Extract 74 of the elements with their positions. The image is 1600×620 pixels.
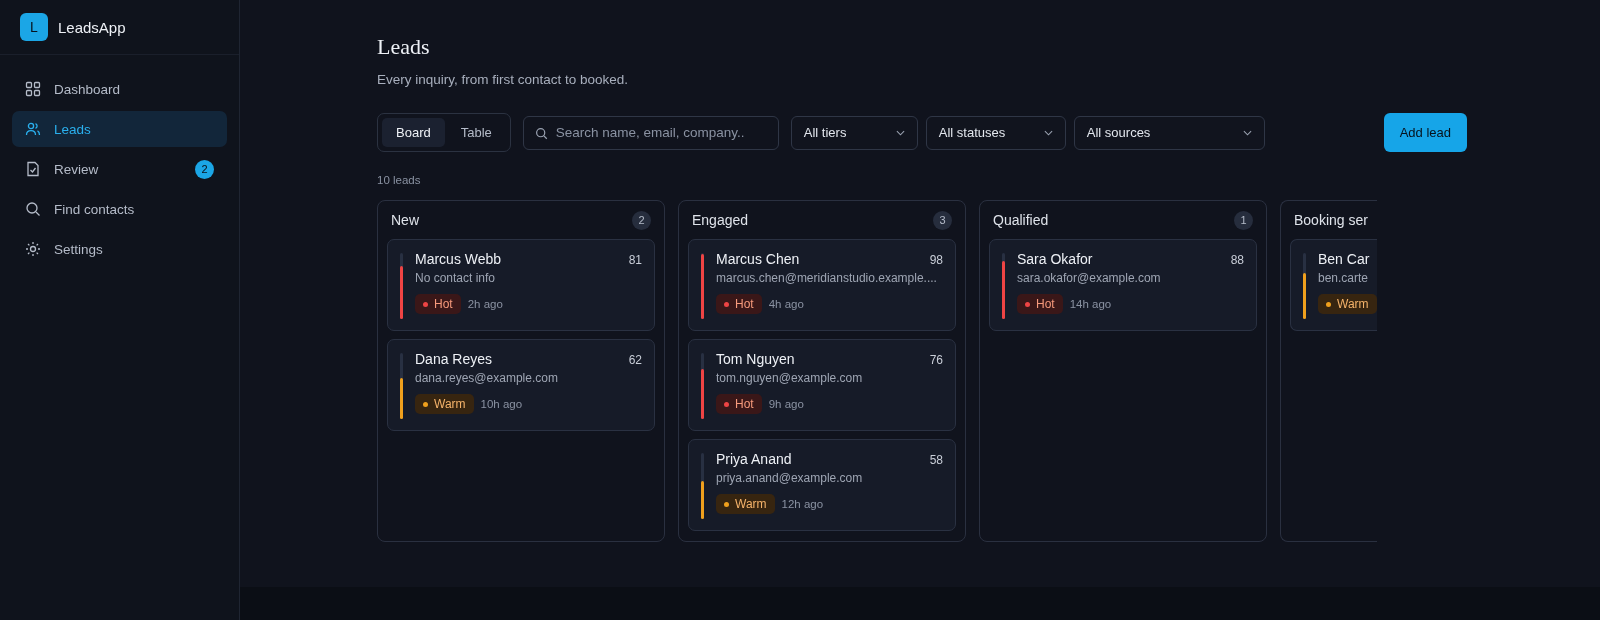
lead-score: 98 xyxy=(929,253,943,267)
sidebar-item[interactable]: Find contacts xyxy=(12,191,227,227)
filter-dropdown[interactable]: All sources xyxy=(1073,115,1265,150)
tier-tag: Warm xyxy=(716,494,775,514)
lead-name: Ben Car xyxy=(1318,251,1370,267)
lead-time: 14h ago xyxy=(1069,298,1112,310)
sidebar-item[interactable]: Dashboard xyxy=(12,71,227,107)
checklist-icon xyxy=(25,161,41,177)
grid-icon xyxy=(25,81,41,97)
column-count: 3 xyxy=(933,210,952,230)
chevron-down-icon xyxy=(1043,129,1053,136)
lead-time: 9h ago xyxy=(768,398,804,410)
lead-score: 76 xyxy=(929,353,943,367)
lead-name: Dana Reyes xyxy=(415,351,493,367)
tier-tag: Hot xyxy=(415,294,461,314)
sidebar-item[interactable]: Settings xyxy=(12,231,227,267)
settings-icon xyxy=(25,241,41,257)
tier-tag: Warm xyxy=(415,394,474,414)
lead-contact: ben.carte xyxy=(1318,271,1370,285)
tier-tag: Warm xyxy=(1318,294,1377,314)
view-tab[interactable]: Board xyxy=(382,118,445,147)
lead-name: Tom Nguyen xyxy=(716,351,795,367)
lead-contact: priya.anand@example.com xyxy=(716,471,864,485)
lead-time: 12h ago xyxy=(781,498,824,510)
lead-card[interactable]: Ben Car ben.carte Warm xyxy=(1290,239,1377,331)
page-subtitle: Every inquiry, from first contact to booked. xyxy=(377,72,630,87)
lead-name: Marcus Chen xyxy=(716,251,800,267)
people-icon xyxy=(25,121,41,137)
sidebar-item[interactable]: Leads xyxy=(12,111,227,147)
lead-card[interactable]: Priya Anand 58 priya.anand@example.com Warm 12h ago xyxy=(688,439,956,531)
lead-contact: dana.reyes@example.com xyxy=(415,371,559,385)
page-title: Leads xyxy=(377,34,431,60)
count-badge: 2 xyxy=(195,159,214,179)
tier-tag: Hot xyxy=(716,394,762,414)
lead-name: Priya Anand xyxy=(716,451,792,467)
lead-score: 62 xyxy=(628,353,642,367)
lead-contact: sara.okafor@example.com xyxy=(1017,271,1162,285)
lead-score: 58 xyxy=(929,453,943,467)
lead-contact: tom.nguyen@example.com xyxy=(716,371,864,385)
tier-tag: Hot xyxy=(1017,294,1063,314)
lead-time: 2h ago xyxy=(467,298,503,310)
lead-card[interactable]: Sara Okafor 88 sara.okafor@example.com Hot 14h ago xyxy=(989,239,1257,331)
sidebar-item[interactable]: Review 2 xyxy=(12,151,227,187)
column-title: Engaged xyxy=(692,212,749,228)
search-icon xyxy=(534,126,548,140)
lead-name: Sara Okafor xyxy=(1017,251,1093,267)
lead-count: 10 leads xyxy=(377,174,422,186)
lead-time: 4h ago xyxy=(768,298,804,310)
lead-score: 81 xyxy=(628,253,642,267)
chevron-down-icon xyxy=(895,129,905,136)
lead-score: 88 xyxy=(1230,253,1244,267)
search-icon xyxy=(25,201,41,217)
column-title: New xyxy=(391,212,419,228)
lead-card[interactable]: Tom Nguyen 76 tom.nguyen@example.com Hot 9h ago xyxy=(688,339,956,431)
chevron-down-icon xyxy=(1242,129,1252,136)
column-title: Booking ser xyxy=(1294,212,1368,228)
search-field[interactable]: Search name, email, company.. xyxy=(522,115,779,150)
lead-contact: No contact info xyxy=(415,271,497,285)
lead-card[interactable]: Dana Reyes 62 dana.reyes@example.com Warm 10h ago xyxy=(387,339,655,431)
column-count: 1 xyxy=(1234,210,1253,230)
lead-contact: marcus.chen@meridianstudio.example.... xyxy=(716,271,938,285)
add-lead-button[interactable]: Add lead xyxy=(1383,113,1467,152)
app-name: LeadsApp xyxy=(58,18,126,36)
column-title: Qualified xyxy=(993,212,1049,228)
app-logo: L xyxy=(20,13,48,41)
lead-card[interactable]: Marcus Chen 98 marcus.chen@meridianstudio.example.... Hot 4h ago xyxy=(688,239,956,331)
filter-dropdown[interactable]: All tiers xyxy=(790,115,918,150)
lead-name: Marcus Webb xyxy=(415,251,502,267)
lead-card[interactable]: Marcus Webb 81 No contact info Hot 2h ago xyxy=(387,239,655,331)
filter-dropdown[interactable]: All statuses xyxy=(925,115,1066,150)
column-count: 2 xyxy=(632,210,651,230)
lead-time: 10h ago xyxy=(480,398,523,410)
tier-tag: Hot xyxy=(716,294,762,314)
view-tab[interactable]: Table xyxy=(446,118,506,147)
